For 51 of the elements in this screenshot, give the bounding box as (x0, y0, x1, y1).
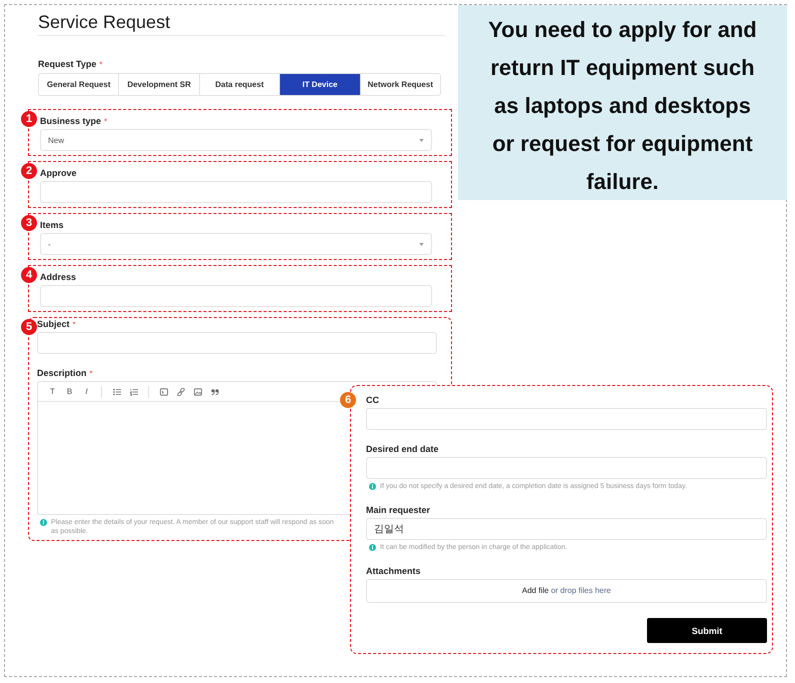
callout-note: You need to apply for and return IT equipment such as laptops and desktops or request for equipment failure. (458, 5, 787, 200)
field-label: Business type (40, 115, 102, 127)
add-file-link[interactable]: Add file (522, 586, 549, 595)
text-field[interactable] (40, 181, 432, 203)
numbered-list-icon[interactable] (130, 388, 138, 396)
step-marker: 1 (21, 111, 37, 127)
drop-hint: or drop files here (550, 586, 611, 595)
text-field[interactable] (366, 457, 767, 479)
request-type-tab[interactable]: Network Request (360, 74, 440, 95)
bold-button[interactable]: B (65, 386, 74, 396)
required-mark: * (104, 116, 108, 128)
quote-icon[interactable] (210, 388, 218, 396)
field-label: Desired end date (366, 443, 439, 455)
info-icon (369, 544, 376, 551)
bullet-list-icon[interactable] (112, 388, 120, 396)
field-label: Attachments (366, 565, 421, 577)
required-mark: * (90, 368, 93, 380)
field-label: Request Type (38, 58, 96, 70)
file-drop-zone[interactable]: Add file or drop files here (366, 579, 767, 603)
page-title: Service Request (38, 11, 172, 34)
caret-icon (419, 138, 424, 142)
select-field[interactable]: - (40, 233, 432, 255)
text-field[interactable] (37, 332, 437, 354)
step-marker: 3 (21, 215, 37, 231)
heading-button[interactable]: T (48, 386, 57, 396)
required-mark: * (72, 319, 76, 331)
step-marker: 6 (340, 392, 356, 408)
step-marker: 2 (21, 163, 37, 179)
field-label: Approve (40, 167, 77, 179)
step-marker: 4 (21, 267, 37, 283)
field-label: Items (40, 219, 64, 231)
link-icon[interactable] (176, 388, 184, 396)
text-field[interactable] (40, 285, 432, 307)
field-label: CC (366, 394, 379, 406)
caret-icon (419, 242, 424, 246)
submit-button[interactable]: Submit (647, 618, 767, 643)
italic-button[interactable]: I (82, 386, 91, 396)
field-label: Description (37, 367, 87, 379)
field-label: Main requester (366, 504, 430, 516)
select-field[interactable]: New (40, 129, 432, 151)
field-label: Address (40, 271, 76, 283)
request-type-tab[interactable]: IT Device (279, 74, 360, 95)
info-icon (40, 519, 47, 526)
required-mark: * (99, 59, 102, 71)
info-icon (369, 483, 376, 490)
field-label: Subject (37, 318, 70, 330)
text-field[interactable] (366, 408, 767, 430)
text-field[interactable]: 김일석 (366, 518, 767, 540)
image-icon[interactable] (194, 388, 202, 396)
window-icon[interactable] (160, 388, 168, 396)
step-marker: 5 (21, 319, 37, 335)
